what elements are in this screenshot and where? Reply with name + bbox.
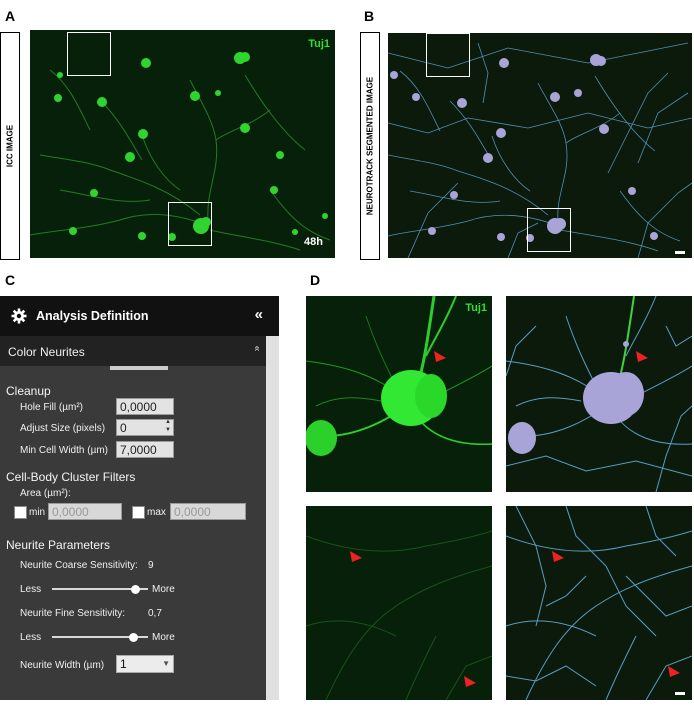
panel-label-b: B (364, 8, 375, 24)
inset-box-top-a (67, 32, 111, 76)
area-max-input[interactable]: 0,0000 (170, 503, 246, 520)
collapse-panel-button[interactable]: « (255, 306, 263, 323)
cluster-filters-title: Cell-Body Cluster Filters (6, 470, 136, 484)
arrowhead-3 (350, 551, 362, 562)
coarse-sensitivity-label: Neurite Coarse Sensitivity: (20, 560, 138, 571)
icc-side-label: ICC IMAGE (0, 32, 20, 260)
scale-bar-d (675, 692, 685, 695)
inset-segmented-cell-drawing (506, 296, 692, 492)
coarse-sensitivity-value: 9 (148, 560, 154, 571)
tuj1-label-d: Tuj1 (465, 302, 487, 314)
scale-bar-b (675, 251, 685, 254)
max-label: max (147, 507, 166, 518)
neurite-width-value: 1 (120, 657, 127, 671)
inset-icc-neurites-drawing (306, 530, 492, 700)
fine-less-label: Less (20, 632, 42, 643)
arrowhead-2 (636, 351, 648, 362)
inset-segmented-neurites-drawing (506, 506, 692, 700)
arrowhead-1 (434, 351, 446, 362)
min-cell-width-input[interactable]: 7,0000 (116, 441, 174, 458)
inset-box-cell-b (527, 208, 571, 252)
inset-icc-cell-drawing (306, 296, 492, 456)
color-neurites-title: Color Neurites (8, 345, 85, 359)
analysis-header: Analysis Definition « (0, 296, 279, 336)
coarse-less-label: Less (20, 584, 42, 595)
inset-box-cell-a (168, 202, 212, 246)
icc-image: Tuj1 48h (30, 30, 335, 258)
fine-more-label: More (152, 632, 175, 643)
coarse-slider-handle[interactable] (131, 584, 141, 594)
inset-segmented-cell (506, 296, 692, 492)
neurite-width-select[interactable]: 1 ▼ (116, 655, 174, 673)
stepper-arrows-icon[interactable]: ▲ ▼ (165, 418, 171, 434)
arrowhead-5 (552, 551, 564, 562)
inset-icc-cell: Tuj1 (306, 296, 492, 492)
hole-fill-input[interactable]: 0,0000 (116, 398, 174, 415)
arrowhead-4 (464, 676, 476, 687)
inset-box-top-b (426, 33, 470, 77)
tuj1-label-a: Tuj1 (308, 38, 330, 50)
segmented-image (388, 33, 692, 258)
min-cell-width-label: Min Cell Width (µm) (20, 445, 108, 456)
adjust-size-stepper[interactable]: 0 ▲ ▼ (116, 419, 174, 436)
fine-slider-handle[interactable] (129, 632, 139, 642)
adjust-size-value: 0 (120, 421, 127, 435)
gear-icon[interactable] (11, 308, 27, 327)
double-chevron-up-icon[interactable]: « (252, 346, 263, 352)
min-label: min (29, 507, 46, 518)
analysis-title: Analysis Definition (36, 309, 149, 323)
max-checkbox[interactable] (132, 506, 145, 519)
panel-label-c: C (5, 272, 16, 288)
timepoint-label: 48h (304, 236, 323, 248)
fine-sensitivity-label: Neurite Fine Sensitivity: (20, 608, 126, 619)
area-min-input[interactable]: 0,0000 (48, 503, 122, 520)
panel-label-d: D (310, 272, 321, 288)
chevron-down-icon[interactable]: ▼ (162, 656, 170, 672)
hole-fill-label: Hole Fill (µm²) (20, 402, 83, 413)
hidden-field-edge (110, 366, 168, 370)
neurite-parameters-title: Neurite Parameters (6, 538, 111, 552)
panel-scrollbar[interactable] (266, 336, 279, 700)
coarse-more-label: More (152, 584, 175, 595)
segmented-side-label: NEUROTRACK SEGMENTED IMAGE (360, 32, 380, 260)
color-neurites-header[interactable]: Color Neurites « (0, 336, 266, 366)
cleanup-title: Cleanup (6, 384, 51, 398)
coarse-sensitivity-slider[interactable] (52, 584, 148, 594)
inset-icc-neurites (306, 506, 492, 700)
min-checkbox[interactable] (14, 506, 27, 519)
fine-sensitivity-slider[interactable] (52, 632, 148, 642)
adjust-size-label: Adjust Size (pixels) (20, 423, 106, 434)
inset-segmented-neurites (506, 506, 692, 700)
fine-sensitivity-value: 0,7 (148, 608, 162, 619)
panel-label-a: A (5, 8, 16, 24)
neurite-width-label: Neurite Width (µm) (20, 660, 105, 671)
analysis-definition-panel: Analysis Definition « Color Neurites « C… (0, 296, 279, 700)
area-label: Area (µm²): (20, 488, 71, 499)
arrowhead-6 (668, 666, 680, 677)
